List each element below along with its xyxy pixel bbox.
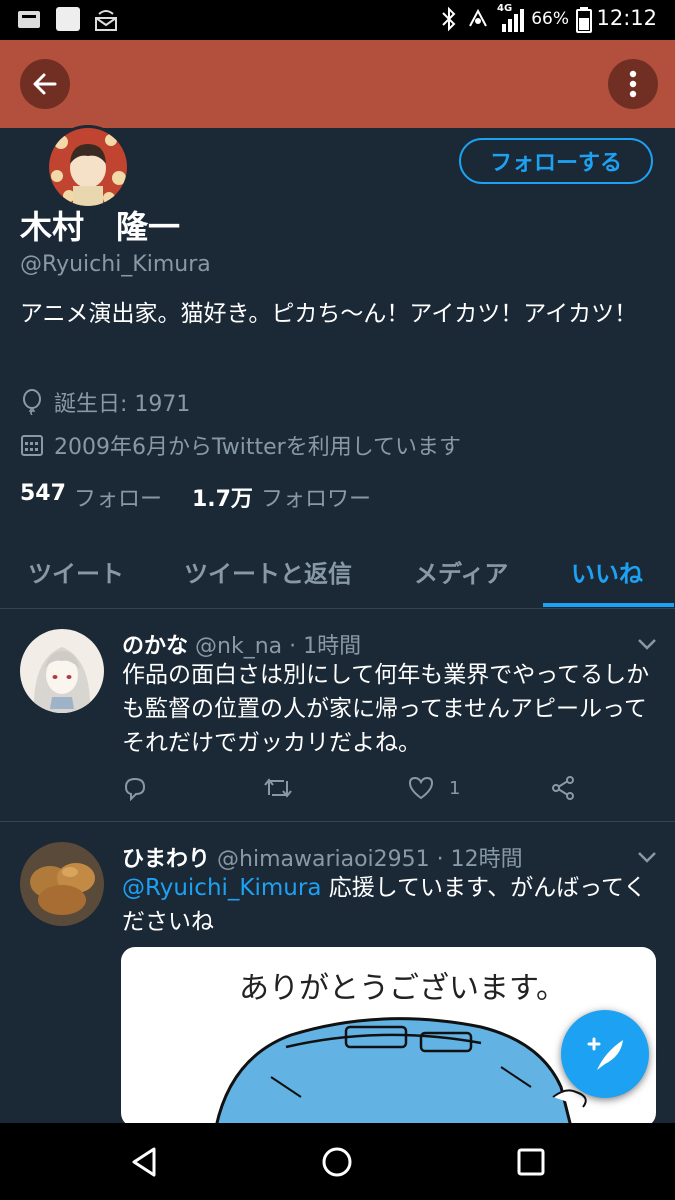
tweet-text: @Ryuichi_Kimura 応援しています、がんばってくださいね — [122, 871, 662, 939]
avatar-illustration — [49, 128, 127, 206]
profile-handle: @Ryuichi_Kimura — [20, 252, 211, 277]
clock: 12:12 — [596, 6, 657, 30]
avatar-illustration — [20, 629, 104, 713]
compose-tweet-button[interactable] — [561, 1010, 649, 1098]
follow-counts: 547 フォロー 1.7万 フォロワー — [20, 481, 401, 513]
chevron-down-icon[interactable] — [637, 851, 657, 863]
notification-app-icon — [18, 11, 40, 28]
back-button[interactable] — [20, 59, 70, 109]
share-icon — [552, 776, 574, 800]
tab-likes[interactable]: いいね — [571, 554, 643, 589]
battery-icon — [576, 7, 592, 33]
mention-link[interactable]: @Ryuichi_Kimura — [122, 875, 321, 901]
more-vertical-icon — [629, 70, 637, 98]
profile-tabs: ツイート ツイートと返信 メディア いいね — [0, 540, 675, 609]
nfc-icon — [469, 8, 487, 27]
balloon-icon — [23, 389, 41, 415]
tweet-avatar[interactable] — [20, 629, 104, 713]
arrow-left-icon — [33, 73, 57, 95]
more-options-button[interactable] — [608, 59, 658, 109]
avatar-photo — [20, 842, 104, 926]
joined-row: 2009年6月からTwitterを利用しています — [20, 429, 461, 461]
tweet-author-name[interactable]: ひまわり — [122, 847, 210, 872]
tweet-author-handle[interactable]: @nk_na — [195, 634, 282, 659]
tweet-author-name[interactable]: のかな — [122, 634, 188, 659]
nav-home-icon[interactable] — [320, 1145, 354, 1179]
profile-header-banner — [0, 40, 675, 128]
like-count: 1 — [449, 777, 461, 799]
tab-media[interactable]: メディア — [414, 554, 508, 589]
reply-icon — [124, 777, 146, 801]
nav-back-icon[interactable] — [128, 1145, 162, 1179]
chevron-down-icon[interactable] — [637, 638, 657, 650]
following-label[interactable]: フォロー — [74, 481, 162, 513]
tab-tweets[interactable]: ツイート — [28, 554, 124, 589]
battery-percent: 66% — [531, 9, 569, 29]
tweet-card[interactable]: のかな @nk_na · 1時間 作品の面白さは別にして何年も業界でやってるしか… — [0, 608, 675, 820]
notification-square-icon — [56, 7, 80, 31]
notification-mail-icon — [95, 10, 117, 31]
tweet-header: ひまわり @himawariaoi2951 · 12時間 — [122, 841, 523, 873]
tweet-time: · 1時間 — [289, 634, 362, 659]
birthday-text: 誕生日: 1971 — [54, 392, 191, 417]
birthday-row: 誕生日: 1971 — [20, 386, 190, 418]
system-nav-bar — [0, 1123, 675, 1200]
following-count[interactable]: 547 — [20, 481, 66, 513]
tweet-author-handle[interactable]: @himawariaoi2951 — [217, 847, 430, 872]
like-button[interactable]: 1 — [407, 775, 460, 801]
follow-button[interactable]: フォローする — [459, 138, 653, 184]
profile-avatar[interactable] — [46, 125, 130, 209]
status-bar: 4G 66% 12:12 — [0, 0, 675, 40]
tweet-text: 作品の面白さは別にして何年も業界でやってるしかも監督の位置の人が家に帰ってません… — [122, 662, 650, 756]
profile-bio: アニメ演出家。猫好き。ピカち〜ん！アイカツ！アイカツ！ — [20, 301, 638, 327]
profile-name: 木村 隆一 — [20, 208, 181, 246]
compose-feather-icon — [587, 1037, 623, 1070]
followers-count[interactable]: 1.7万 — [192, 481, 253, 513]
retweet-icon — [264, 778, 292, 798]
reply-button[interactable] — [122, 775, 148, 801]
nav-recents-icon[interactable] — [516, 1147, 546, 1177]
joined-text: 2009年6月からTwitterを利用しています — [54, 435, 462, 460]
followers-label[interactable]: フォロワー — [261, 481, 371, 513]
signal-icon — [502, 9, 524, 32]
tweet-avatar[interactable] — [20, 842, 104, 926]
active-tab-indicator — [543, 603, 674, 607]
heart-icon — [408, 776, 434, 800]
tab-tweets-and-replies[interactable]: ツイートと返信 — [184, 554, 352, 589]
tweet-header: のかな @nk_na · 1時間 — [122, 628, 361, 660]
tweet-actions: 1 — [122, 775, 602, 805]
bluetooth-icon — [442, 6, 456, 32]
tweet-time: · 12時間 — [436, 847, 523, 872]
calendar-icon — [21, 435, 43, 456]
share-button[interactable] — [550, 775, 576, 801]
retweet-button[interactable] — [262, 775, 294, 801]
